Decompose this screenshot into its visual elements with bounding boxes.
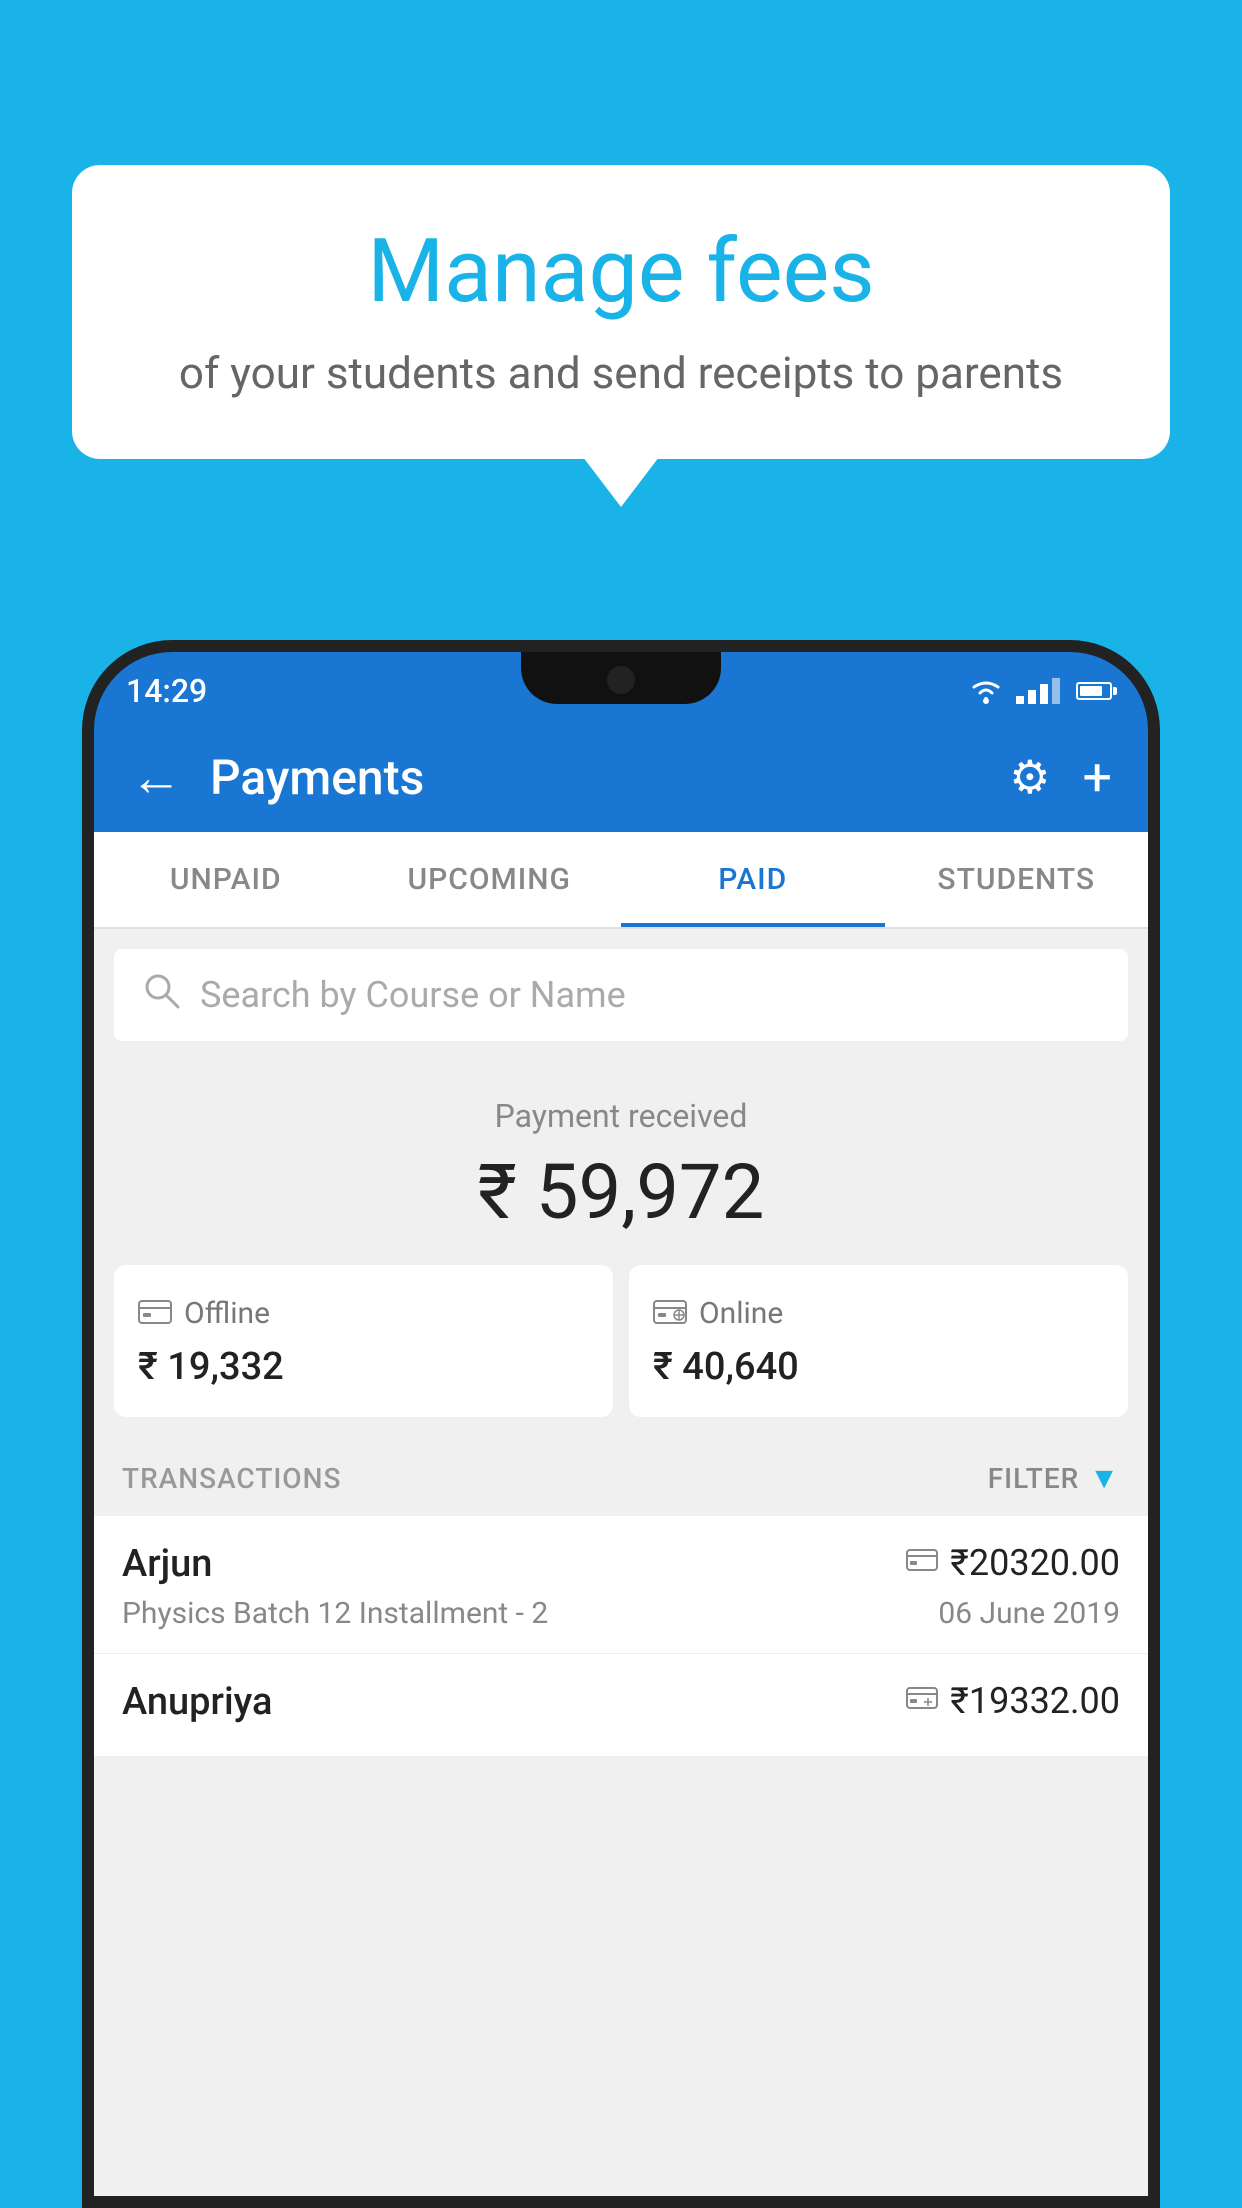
online-card: Online ₹ 40,640 (629, 1265, 1128, 1417)
search-icon (142, 971, 180, 1019)
status-time: 14:29 (126, 672, 207, 710)
bubble-subtitle: of your students and send receipts to pa… (132, 347, 1110, 399)
online-amount: ₹ 40,640 (653, 1345, 1104, 1389)
transactions-header: TRANSACTIONS FILTER ▼ (94, 1441, 1148, 1516)
wifi-icon (968, 677, 1004, 705)
online-payment-icon (906, 1546, 938, 1581)
table-row[interactable]: Arjun ₹20320.00 Physics Batch 1 (94, 1516, 1148, 1654)
settings-button[interactable]: ⚙ (1009, 750, 1050, 805)
signal-icon (1016, 678, 1060, 704)
battery-icon (1076, 682, 1112, 700)
notch (521, 652, 721, 704)
transaction-name: Arjun (122, 1542, 212, 1586)
online-label: Online (699, 1296, 783, 1331)
table-row[interactable]: Anupriya ₹19332.00 (94, 1654, 1148, 1757)
back-button[interactable]: ← (130, 747, 182, 808)
payment-total-amount: ₹ 59,972 (114, 1147, 1128, 1237)
transaction-amount: ₹19332.00 (950, 1680, 1120, 1722)
add-button[interactable]: + (1082, 747, 1112, 808)
app-bar: ← Payments ⚙ + (94, 722, 1148, 832)
bubble-title: Manage fees (132, 220, 1110, 323)
tab-students[interactable]: STUDENTS (885, 832, 1149, 927)
transaction-amount-wrap: ₹20320.00 (906, 1542, 1120, 1584)
filter-button[interactable]: FILTER ▼ (988, 1461, 1120, 1496)
transaction-name: Anupriya (122, 1680, 272, 1724)
status-icons (968, 677, 1112, 705)
payment-cards: Offline ₹ 19,332 (94, 1265, 1148, 1441)
online-icon (653, 1293, 687, 1333)
tab-paid[interactable]: PAID (621, 832, 885, 927)
screen-body: Search by Course or Name Payment receive… (94, 929, 1148, 2196)
filter-icon: ▼ (1089, 1461, 1120, 1496)
tabs: UNPAID UPCOMING PAID STUDENTS (94, 832, 1148, 929)
payment-summary: Payment received ₹ 59,972 (94, 1061, 1148, 1265)
offline-card: Offline ₹ 19,332 (114, 1265, 613, 1417)
speech-bubble: Manage fees of your students and send re… (72, 165, 1170, 459)
transaction-amount-wrap: ₹19332.00 (906, 1680, 1120, 1722)
transaction-course: Physics Batch 12 Installment - 2 (122, 1596, 548, 1631)
camera (607, 666, 635, 694)
transaction-date: 06 June 2019 (938, 1596, 1120, 1631)
payment-received-label: Payment received (114, 1097, 1128, 1135)
phone-frame: 14:29 (82, 640, 1160, 2208)
offline-payment-icon (906, 1684, 938, 1719)
filter-label: FILTER (988, 1462, 1080, 1495)
offline-amount: ₹ 19,332 (138, 1345, 589, 1389)
app-title: Payments (210, 749, 1009, 806)
offline-label: Offline (184, 1296, 270, 1331)
tab-unpaid[interactable]: UNPAID (94, 832, 358, 927)
transactions-label: TRANSACTIONS (122, 1462, 341, 1495)
offline-icon (138, 1293, 172, 1333)
transaction-amount: ₹20320.00 (950, 1542, 1120, 1584)
search-placeholder: Search by Course or Name (200, 974, 626, 1016)
search-bar[interactable]: Search by Course or Name (114, 949, 1128, 1041)
tab-upcoming[interactable]: UPCOMING (358, 832, 622, 927)
